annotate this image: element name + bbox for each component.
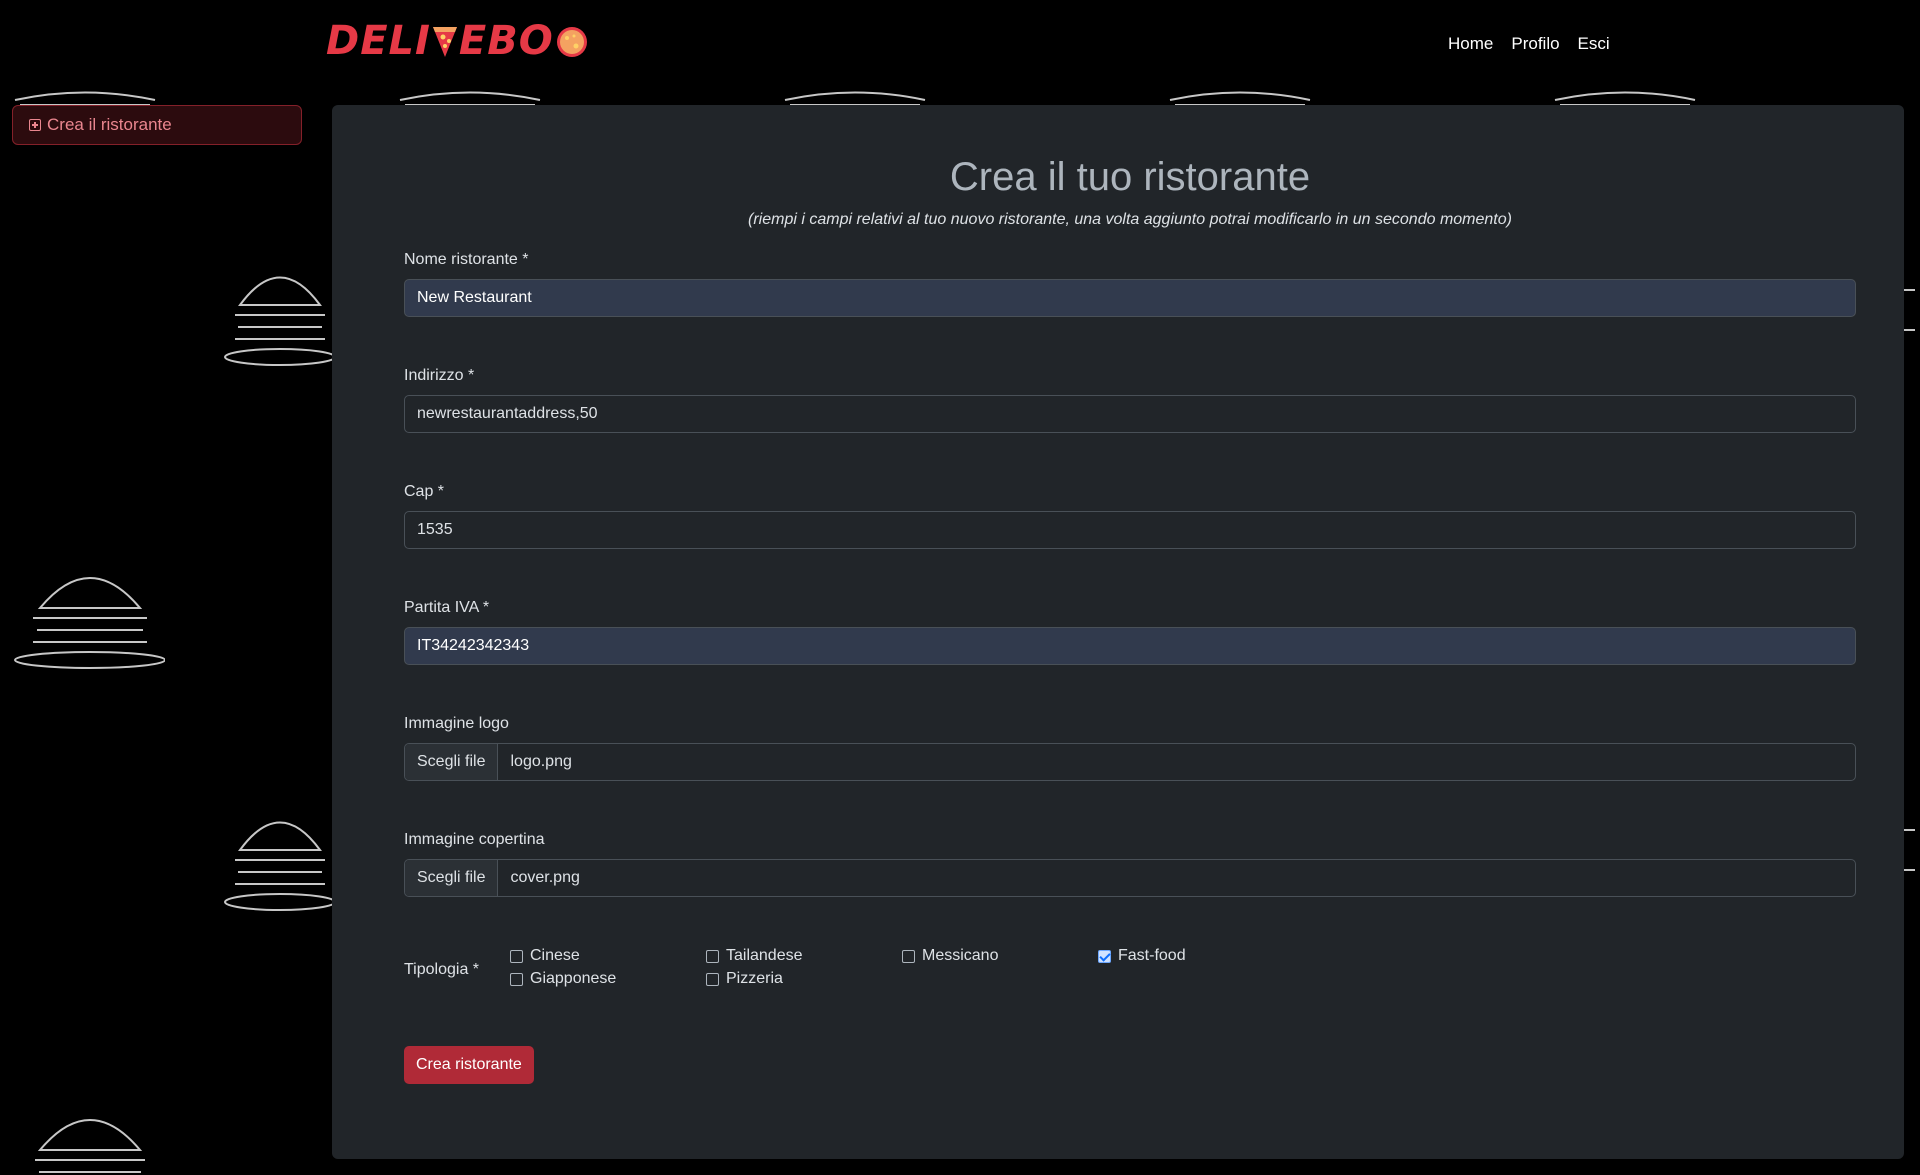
logo-file-input[interactable]: Scegli file logo.png bbox=[404, 743, 1856, 781]
page-title: Crea il tuo ristorante bbox=[949, 155, 1311, 199]
cover-field-group: Immagine copertina Scegli file cover.png bbox=[404, 831, 1856, 897]
cap-field-group: Cap * 1535 bbox=[404, 483, 1856, 549]
logo-label: Immagine logo bbox=[404, 715, 509, 732]
create-restaurant-submit-button[interactable]: Crea ristorante bbox=[404, 1046, 534, 1084]
checkbox-box[interactable] bbox=[902, 949, 915, 963]
cap-input[interactable]: 1535 bbox=[404, 511, 1856, 549]
nav-logout-link[interactable]: Esci bbox=[1578, 34, 1610, 54]
checkbox-messicano[interactable]: Messicano bbox=[902, 947, 1098, 965]
name-input[interactable]: New Restaurant bbox=[404, 279, 1856, 317]
checkbox-label: Messicano bbox=[922, 947, 999, 964]
burger-doodle-icon bbox=[14, 577, 165, 669]
checkbox-box[interactable] bbox=[706, 972, 719, 986]
cover-choose-file-button[interactable]: Scegli file bbox=[405, 860, 499, 896]
checkbox-label: Pizzeria bbox=[726, 970, 783, 987]
burger-doodle-icon bbox=[224, 821, 336, 911]
burger-doodle-icon bbox=[35, 1119, 145, 1173]
logo-text-right: EBO bbox=[458, 18, 554, 64]
checkbox-pizzeria[interactable]: Pizzeria bbox=[706, 970, 902, 988]
checkbox-fast-food[interactable]: Fast-food bbox=[1098, 947, 1294, 965]
address-label: Indirizzo * bbox=[404, 367, 475, 384]
vat-label: Partita IVA * bbox=[404, 599, 490, 616]
tipologia-label: Tipologia * bbox=[404, 961, 480, 978]
pizza-slice-icon bbox=[432, 27, 457, 57]
logo-text-left: DELI bbox=[326, 18, 431, 64]
cover-label: Immagine copertina bbox=[404, 831, 545, 848]
sidebar-create-restaurant-button[interactable]: Crea il ristorante bbox=[12, 105, 302, 145]
checkbox-box[interactable] bbox=[510, 949, 523, 963]
checkbox-giapponese[interactable]: Giapponese bbox=[510, 970, 706, 988]
checkbox-box-checked[interactable] bbox=[1098, 949, 1111, 963]
logo-field-group: Immagine logo Scegli file logo.png bbox=[404, 715, 1856, 781]
nav-profile-link[interactable]: Profilo bbox=[1511, 34, 1559, 54]
checkbox-cinese[interactable]: Cinese bbox=[510, 947, 706, 965]
checkbox-box[interactable] bbox=[706, 949, 719, 963]
cover-file-input[interactable]: Scegli file cover.png bbox=[404, 859, 1856, 897]
vat-field-group: Partita IVA * IT34242342343 bbox=[404, 599, 1856, 665]
logo-choose-file-button[interactable]: Scegli file bbox=[405, 744, 499, 780]
name-label: Nome ristorante * bbox=[404, 251, 529, 268]
checkbox-label: Giapponese bbox=[530, 970, 617, 987]
checkbox-label: Tailandese bbox=[726, 947, 803, 964]
checkbox-label: Fast-food bbox=[1118, 947, 1186, 964]
food-splash-icon bbox=[556, 27, 587, 57]
cap-label: Cap * bbox=[404, 483, 445, 500]
sidebar-create-label: Crea il ristorante bbox=[47, 115, 172, 134]
name-field-group: Nome ristorante * New Restaurant bbox=[404, 251, 1856, 317]
page-subtitle: (riempi i campi relativi al tuo nuovo ri… bbox=[748, 211, 1512, 228]
tipologia-options: Cinese Tailandese Messicano Fast-food Gi… bbox=[510, 947, 1294, 988]
nav-home-link[interactable]: Home bbox=[1448, 34, 1493, 54]
cover-file-name: cover.png bbox=[510, 869, 580, 886]
plus-square-icon bbox=[29, 119, 41, 131]
nav-links: Home Profilo Esci bbox=[1448, 34, 1610, 54]
checkbox-box[interactable] bbox=[510, 972, 523, 986]
logo-file-name: logo.png bbox=[510, 753, 572, 770]
brand-logo[interactable]: DELI EBO bbox=[326, 18, 590, 64]
checkbox-tailandese[interactable]: Tailandese bbox=[706, 947, 902, 965]
burger-doodle-icon bbox=[224, 276, 336, 366]
address-field-group: Indirizzo * newrestaurantaddress,50 bbox=[404, 367, 1856, 433]
navbar: DELI EBO Home Profilo Esci bbox=[0, 0, 1920, 86]
tipologia-group: Tipologia * Cinese Tailandese Messicano … bbox=[404, 947, 1856, 988]
create-restaurant-card: Crea il tuo ristorante (riempi i campi r… bbox=[332, 105, 1904, 1159]
address-input[interactable]: newrestaurantaddress,50 bbox=[404, 395, 1856, 433]
vat-input[interactable]: IT34242342343 bbox=[404, 627, 1856, 665]
checkbox-label: Cinese bbox=[530, 947, 580, 964]
